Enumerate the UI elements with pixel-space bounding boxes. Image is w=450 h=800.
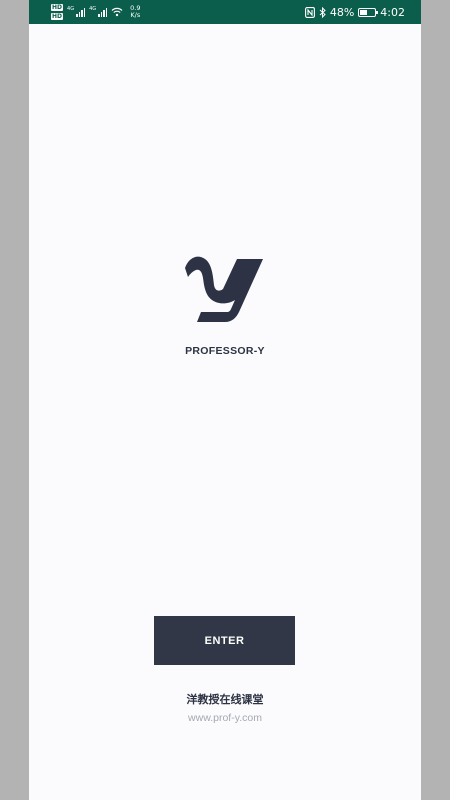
professor-y-logo [185,256,263,322]
website-url: www.prof-y.com [188,712,262,724]
tagline: 洋教授在线课堂 [186,693,264,706]
wifi-icon [111,7,123,17]
signal-4g-icon: 4G [89,7,108,17]
hd-icon: HD HD [51,4,64,20]
status-bar: HD HD 4G 4G 0.9 K/s 48% 4:02 [29,0,421,24]
app-name: PROFESSOR-Y [185,345,265,357]
status-bar-left: HD HD 4G 4G 0.9 K/s [51,2,140,22]
bluetooth-icon [319,6,326,18]
clock: 4:02 [380,5,405,19]
battery-icon [358,7,379,17]
enter-button[interactable]: ENTER [154,616,295,665]
network-speed: 0.9 K/s [130,4,141,19]
battery-percent: 48% [329,5,355,19]
signal-4g-icon: 4G [67,7,86,17]
nfc-icon [304,6,315,18]
status-bar-right: 48% 4:02 [304,3,405,21]
app-screen: HD HD 4G 4G 0.9 K/s 48% 4:02 PROFESSOR-Y… [29,0,421,800]
